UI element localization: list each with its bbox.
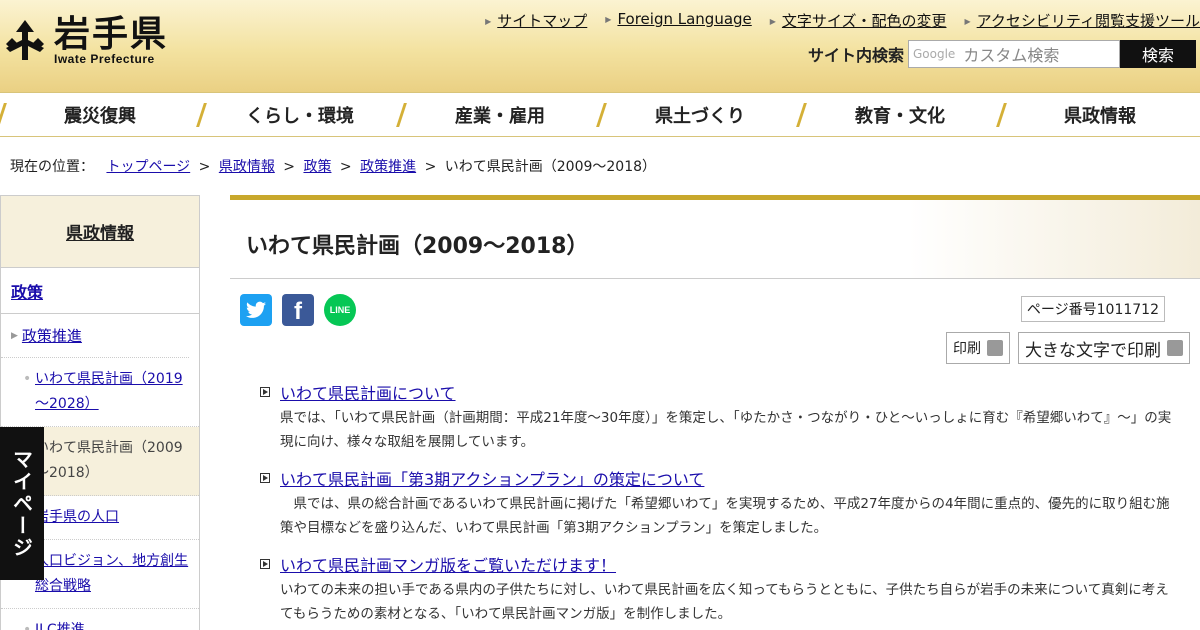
printer-icon bbox=[987, 340, 1003, 356]
page-title: いわて県民計画（2009～2018） bbox=[246, 234, 589, 259]
site-logo[interactable]: 岩手県 Iwate Prefecture bbox=[4, 14, 168, 66]
search-label: サイト内検索 bbox=[807, 46, 904, 65]
list-item: いわて県民計画マンガ版をご覧いただけます！ いわての未来の担い手である県内の子供… bbox=[260, 552, 1180, 626]
sidebar-item-population[interactable]: 岩手県の人口 bbox=[35, 509, 119, 525]
nav-item-infrastructure[interactable]: 県土づくり bbox=[600, 93, 800, 136]
bullet-arrow-icon bbox=[260, 473, 270, 483]
bullet-arrow-icon bbox=[260, 387, 270, 397]
nav-item-government[interactable]: 県政情報 bbox=[1000, 93, 1200, 136]
facebook-icon[interactable]: f bbox=[282, 294, 314, 326]
page-title-bar: いわて県民計画（2009～2018） bbox=[230, 195, 1200, 279]
global-nav: 震災復興 くらし・環境 産業・雇用 県土づくり 教育・文化 県政情報 bbox=[0, 92, 1200, 137]
printer-icon bbox=[1167, 340, 1183, 356]
breadcrumb-link-top[interactable]: トップページ bbox=[106, 159, 190, 175]
article-list: いわて県民計画について 県では、「いわて県民計画（計画期間：平成21年度～30年… bbox=[260, 380, 1180, 630]
site-search: サイト内検索 Google カスタム検索 検索 bbox=[808, 40, 1196, 68]
nav-item-education[interactable]: 教育・文化 bbox=[800, 93, 1000, 136]
article-link-manga[interactable]: いわて県民計画マンガ版をご覧いただけます！ bbox=[280, 552, 616, 576]
line-icon[interactable]: LINE bbox=[324, 294, 356, 326]
article-link-action-plan[interactable]: いわて県民計画「第3期アクションプラン」の策定について bbox=[280, 466, 704, 490]
breadcrumb-link-government[interactable]: 県政情報 bbox=[219, 159, 275, 175]
breadcrumb-current: いわて県民計画（2009～2018） bbox=[444, 159, 657, 175]
sidebar-heading-link[interactable]: 県政情報 bbox=[66, 219, 134, 244]
mypage-tab[interactable]: マイページ bbox=[0, 427, 44, 580]
article-link-plan[interactable]: いわて県民計画について bbox=[280, 380, 456, 404]
page-number: ページ番号1011712 bbox=[1020, 296, 1165, 322]
prefecture-emblem-icon bbox=[6, 20, 44, 60]
sidebar-item-policy-promotion[interactable]: 政策推進 bbox=[22, 325, 82, 346]
breadcrumb-prefix: 現在の位置： bbox=[10, 159, 94, 175]
utility-links: サイトマップ Foreign Language 文字サイズ・配色の変更 アクセシ… bbox=[467, 10, 1200, 31]
search-input[interactable]: Google カスタム検索 bbox=[908, 40, 1120, 68]
breadcrumb-link-policy[interactable]: 政策 bbox=[303, 159, 331, 175]
mypage-label: マイページ bbox=[9, 448, 34, 559]
search-placeholder: カスタム検索 bbox=[963, 46, 1060, 65]
nav-item-living[interactable]: くらし・環境 bbox=[200, 93, 400, 136]
sidebar-heading: 県政情報 bbox=[1, 196, 199, 268]
print-buttons: 印刷 大きな文字で印刷 bbox=[938, 332, 1190, 364]
print-large-label: 大きな文字で印刷 bbox=[1025, 340, 1161, 361]
print-label: 印刷 bbox=[953, 341, 981, 357]
print-large-text-button[interactable]: 大きな文字で印刷 bbox=[1018, 332, 1190, 364]
sitemap-link[interactable]: サイトマップ bbox=[497, 12, 587, 30]
site-header: 岩手県 Iwate Prefecture サイトマップ Foreign Lang… bbox=[0, 0, 1200, 92]
bullet-arrow-icon bbox=[260, 559, 270, 569]
print-button[interactable]: 印刷 bbox=[946, 332, 1010, 364]
sidebar-item-policy[interactable]: 政策 bbox=[11, 279, 43, 303]
foreign-language-link[interactable]: Foreign Language bbox=[617, 10, 751, 28]
main-content: いわて県民計画（2009～2018） f LINE ページ番号1011712 印… bbox=[230, 195, 1200, 630]
accessibility-tool-link[interactable]: アクセシビリティ閲覧支援ツール bbox=[977, 12, 1200, 30]
search-button[interactable]: 検索 bbox=[1120, 40, 1196, 68]
sidebar-item-plan-2019[interactable]: いわて県民計画（2019～2028） bbox=[35, 371, 183, 412]
article-description: いわての未来の担い手である県内の子供たちに対し、いわて県民計画を広く知ってもらう… bbox=[280, 582, 1169, 622]
share-buttons: f LINE bbox=[240, 294, 366, 326]
article-description: 県では、「いわて県民計画（計画期間：平成21年度～30年度）」を策定し、「ゆたか… bbox=[280, 410, 1172, 450]
list-item: いわて県民計画について 県では、「いわて県民計画（計画期間：平成21年度～30年… bbox=[260, 380, 1180, 454]
breadcrumb-link-policy-promotion[interactable]: 政策推進 bbox=[360, 159, 416, 175]
nav-item-industry[interactable]: 産業・雇用 bbox=[400, 93, 600, 136]
logo-subtitle: Iwate Prefecture bbox=[54, 52, 155, 66]
sidebar-item-plan-2009-current: いわて県民計画（2009～2018） bbox=[35, 440, 183, 481]
article-description: 県では、県の総合計画であるいわて県民計画に掲げた「希望郷いわて」を実現するため、… bbox=[280, 496, 1170, 536]
twitter-icon[interactable] bbox=[240, 294, 272, 326]
breadcrumb: 現在の位置： トップページ > 県政情報 > 政策 > 政策推進 > いわて県民… bbox=[10, 159, 657, 175]
sidebar-item-population-vision[interactable]: 人口ビジョン、地方創生総合戦略 bbox=[35, 553, 188, 594]
google-mark: Google bbox=[913, 47, 956, 61]
nav-item-recovery[interactable]: 震災復興 bbox=[0, 93, 200, 136]
text-size-color-link[interactable]: 文字サイズ・配色の変更 bbox=[782, 12, 947, 30]
list-item: いわて県民計画「第3期アクションプラン」の策定について 県では、県の総合計画であ… bbox=[260, 466, 1180, 540]
sidebar-item-ilc[interactable]: ILC推進 bbox=[35, 622, 85, 630]
logo-title: 岩手県 bbox=[54, 13, 169, 55]
